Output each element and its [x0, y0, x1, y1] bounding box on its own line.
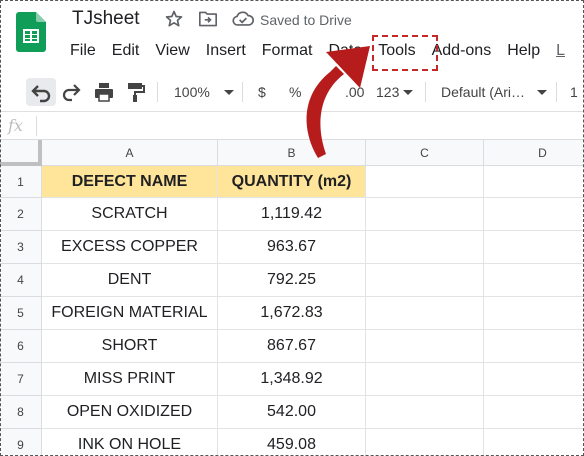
redo-icon: [62, 84, 81, 102]
menu-help[interactable]: Help: [499, 40, 548, 62]
zoom-select[interactable]: 100%: [174, 72, 236, 112]
paint-format-icon: [128, 83, 145, 102]
empty-cell[interactable]: [366, 330, 484, 363]
sheets-logo-icon[interactable]: [16, 12, 46, 52]
empty-cell[interactable]: [484, 264, 584, 297]
empty-cell[interactable]: [366, 166, 484, 198]
tools-highlight-box: [372, 35, 438, 71]
empty-cell[interactable]: [484, 396, 584, 429]
undo-button[interactable]: [26, 78, 56, 106]
currency-button[interactable]: $: [258, 72, 266, 112]
empty-cell[interactable]: [366, 396, 484, 429]
table-cell[interactable]: MISS PRINT: [42, 363, 218, 396]
row-header[interactable]: 6: [0, 330, 42, 363]
redo-button[interactable]: [62, 72, 84, 112]
table-cell[interactable]: FOREIGN MATERIAL: [42, 297, 218, 330]
column-header-a[interactable]: A: [42, 140, 218, 166]
table-cell[interactable]: DENT: [42, 264, 218, 297]
table-cell[interactable]: EXCESS COPPER: [42, 231, 218, 264]
empty-cell[interactable]: [366, 363, 484, 396]
print-icon: [95, 83, 113, 102]
menu-edit[interactable]: Edit: [104, 40, 148, 62]
caret-down-icon: [537, 90, 548, 95]
empty-cell[interactable]: [484, 231, 584, 264]
undo-icon: [31, 85, 51, 103]
row-header[interactable]: 3: [0, 231, 42, 264]
saved-status: Saved to Drive: [260, 12, 352, 28]
table-header-cell[interactable]: QUANTITY (m2): [218, 166, 366, 198]
move-folder-icon[interactable]: [198, 10, 218, 28]
document-title[interactable]: TJsheet: [72, 8, 140, 30]
formula-divider: [36, 116, 37, 136]
spreadsheet-grid: A B C D 1 DEFECT NAME QUANTITY (m2) 2 SC…: [0, 140, 584, 456]
toolbar-divider: [242, 82, 243, 102]
table-cell[interactable]: 792.25: [218, 264, 366, 297]
table-cell[interactable]: 459.08: [218, 429, 366, 456]
select-all-corner[interactable]: [0, 140, 42, 166]
empty-cell[interactable]: [366, 198, 484, 231]
toolbar-divider: [556, 82, 557, 102]
table-cell[interactable]: OPEN OXIDIZED: [42, 396, 218, 429]
table-cell[interactable]: 1,672.83: [218, 297, 366, 330]
empty-cell[interactable]: [484, 363, 584, 396]
row-header[interactable]: 5: [0, 297, 42, 330]
column-header-d[interactable]: D: [484, 140, 584, 166]
caret-down-icon: [223, 90, 234, 95]
menu-insert[interactable]: Insert: [198, 40, 254, 62]
more-formats-button[interactable]: 123: [376, 72, 415, 112]
empty-cell[interactable]: [484, 429, 584, 456]
column-header-c[interactable]: C: [366, 140, 484, 166]
zoom-value: 100%: [174, 84, 210, 100]
paint-format-button[interactable]: [126, 72, 146, 112]
cloud-check-icon[interactable]: [232, 11, 254, 27]
annotation-arrow-icon: [306, 46, 370, 158]
table-cell[interactable]: INK ON HOLE: [42, 429, 218, 456]
empty-cell[interactable]: [366, 429, 484, 456]
row-header[interactable]: 8: [0, 396, 42, 429]
empty-cell[interactable]: [484, 166, 584, 198]
row-header[interactable]: 2: [0, 198, 42, 231]
table-cell[interactable]: SHORT: [42, 330, 218, 363]
menu-file[interactable]: File: [62, 40, 104, 62]
empty-cell[interactable]: [366, 264, 484, 297]
empty-cell[interactable]: [484, 297, 584, 330]
menu-view[interactable]: View: [147, 40, 197, 62]
table-cell[interactable]: 1,119.42: [218, 198, 366, 231]
star-icon[interactable]: [164, 9, 184, 29]
row-header[interactable]: 7: [0, 363, 42, 396]
font-value: Default (Ari…: [441, 84, 526, 100]
font-size-select[interactable]: 1: [570, 72, 578, 112]
empty-cell[interactable]: [484, 330, 584, 363]
empty-cell[interactable]: [366, 231, 484, 264]
table-header-cell[interactable]: DEFECT NAME: [42, 166, 218, 198]
row-header[interactable]: 1: [0, 166, 42, 198]
row-header[interactable]: 9: [0, 429, 42, 456]
toolbar-divider: [425, 82, 426, 102]
table-cell[interactable]: 542.00: [218, 396, 366, 429]
caret-down-icon: [403, 90, 414, 95]
fx-icon: fx: [8, 116, 23, 135]
print-button[interactable]: [93, 72, 115, 112]
menu-last-edit[interactable]: L: [548, 40, 573, 62]
empty-cell[interactable]: [484, 198, 584, 231]
font-select[interactable]: Default (Ari…: [441, 72, 549, 112]
toolbar-divider: [157, 82, 158, 102]
table-cell[interactable]: 867.67: [218, 330, 366, 363]
table-cell[interactable]: SCRATCH: [42, 198, 218, 231]
table-cell[interactable]: 963.67: [218, 231, 366, 264]
empty-cell[interactable]: [366, 297, 484, 330]
table-cell[interactable]: 1,348.92: [218, 363, 366, 396]
row-header[interactable]: 4: [0, 264, 42, 297]
